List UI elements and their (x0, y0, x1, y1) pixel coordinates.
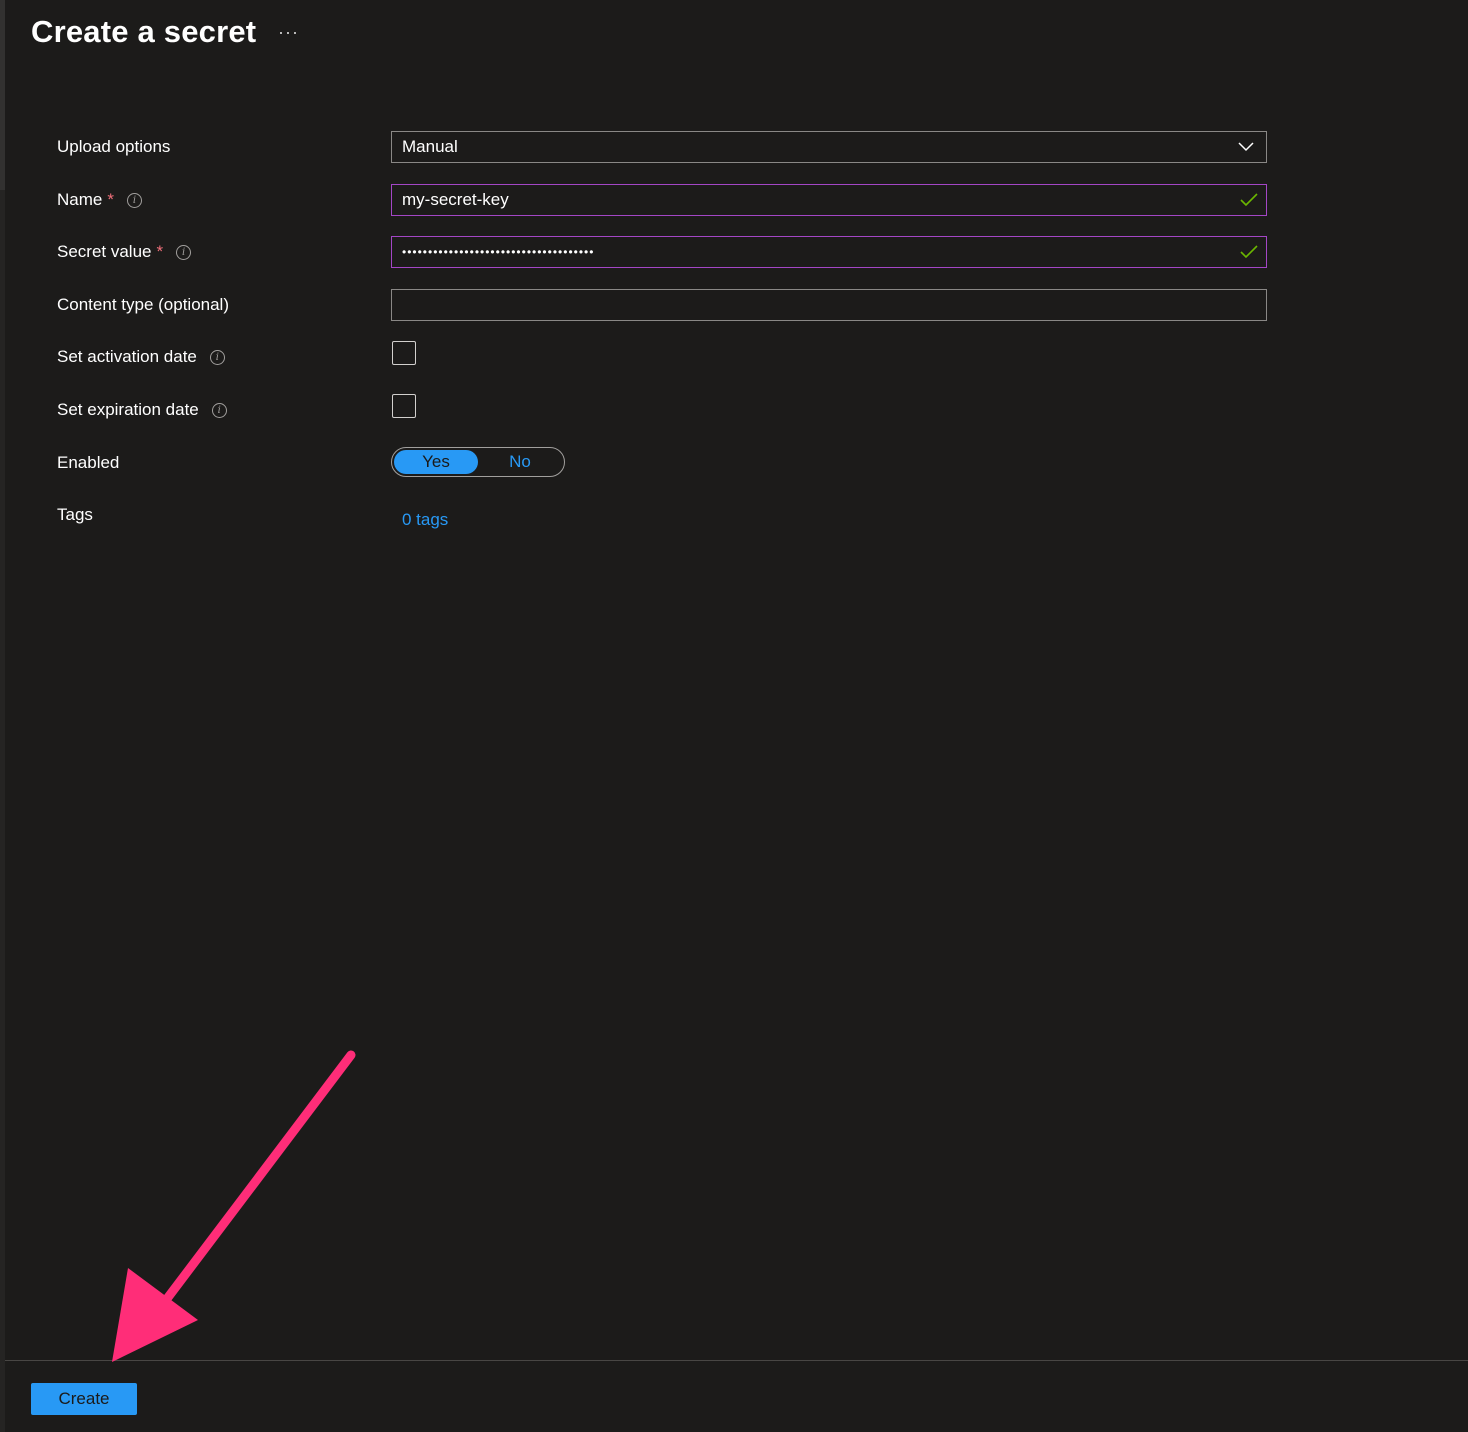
required-asterisk: * (107, 190, 114, 209)
required-asterisk: * (156, 242, 164, 261)
activation-date-checkbox[interactable] (392, 341, 416, 365)
checkmark-icon (1240, 193, 1258, 207)
upload-options-dropdown[interactable]: Manual (391, 131, 1267, 163)
activation-date-label: Set activation date i (57, 347, 225, 367)
content-type-field[interactable] (391, 289, 1267, 321)
tags-label-text: Tags (57, 505, 93, 524)
enabled-yes-option[interactable]: Yes (394, 450, 478, 474)
name-label: Name * i (57, 190, 142, 210)
tags-label: Tags (57, 505, 93, 525)
info-icon[interactable]: i (176, 244, 192, 260)
activation-date-label-text: Set activation date (57, 347, 197, 366)
create-button[interactable]: Create (31, 1383, 137, 1415)
chevron-down-icon (1238, 142, 1254, 152)
enabled-label-text: Enabled (57, 453, 120, 472)
content-type-label: Content type (optional) (57, 295, 229, 315)
expiration-date-checkbox[interactable] (392, 394, 416, 418)
enabled-toggle: Yes No (391, 447, 565, 477)
upload-options-value: Manual (402, 137, 458, 156)
upload-options-label: Upload options (57, 137, 170, 157)
left-edge-lower (0, 190, 5, 1432)
enabled-label: Enabled (57, 453, 119, 473)
upload-options-label-text: Upload options (57, 137, 171, 156)
page-title: Create a secret (31, 14, 257, 49)
secret-value-label-text: Secret value (57, 242, 152, 261)
secret-value-masked: ••••••••••••••••••••••••••••••••••••• (402, 245, 595, 259)
name-field[interactable]: my-secret-key (391, 184, 1267, 216)
expiration-date-label-text: Set expiration date (57, 400, 199, 419)
create-secret-page: Create a secret ··· Upload options Manua… (0, 0, 1468, 1432)
name-label-text: Name (57, 190, 103, 209)
info-icon[interactable]: i (209, 349, 225, 365)
expiration-date-label: Set expiration date i (57, 400, 227, 420)
footer-divider (5, 1360, 1468, 1361)
content-type-label-text: Content type (optional) (57, 295, 229, 314)
secret-value-label: Secret value * i (57, 242, 192, 262)
info-icon[interactable]: i (211, 402, 227, 418)
secret-value-field[interactable]: ••••••••••••••••••••••••••••••••••••• (391, 236, 1267, 268)
tags-link[interactable]: 0 tags (402, 510, 448, 530)
name-field-value: my-secret-key (402, 190, 509, 209)
info-icon[interactable]: i (126, 192, 142, 208)
ellipsis-icon[interactable]: ··· (278, 22, 299, 43)
enabled-no-option[interactable]: No (478, 450, 562, 474)
checkmark-icon (1240, 245, 1258, 259)
